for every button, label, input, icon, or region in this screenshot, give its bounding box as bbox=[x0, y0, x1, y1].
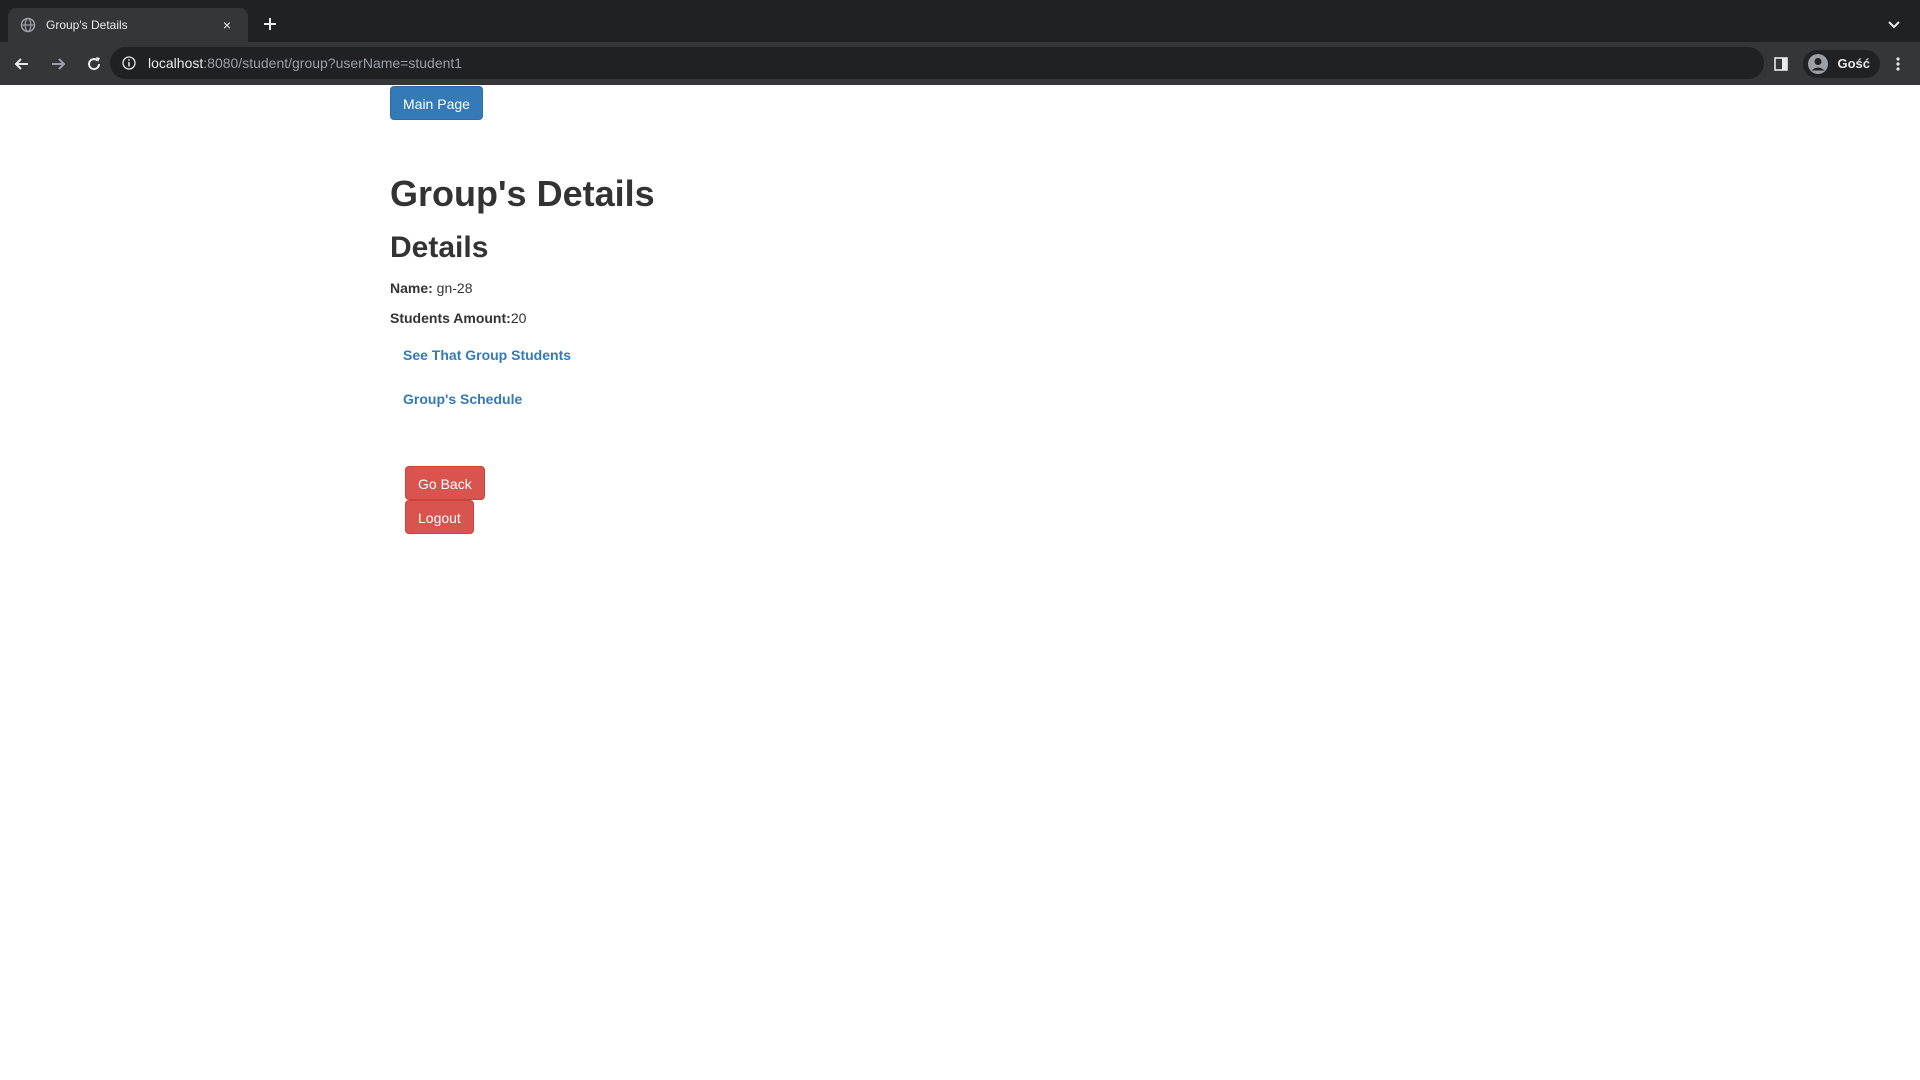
see-group-students-link[interactable]: See That Group Students bbox=[403, 347, 571, 363]
students-amount-value: 20 bbox=[510, 310, 527, 326]
details-heading: Details bbox=[390, 231, 489, 264]
students-amount-field: Students Amount:20 bbox=[390, 310, 526, 326]
kebab-menu-icon[interactable] bbox=[1884, 50, 1912, 78]
tab-title: Group's Details bbox=[46, 18, 128, 32]
tab-strip: Group's Details × bbox=[0, 0, 1920, 42]
page-title: Group's Details bbox=[390, 173, 655, 214]
group-name-value: gn-28 bbox=[432, 280, 473, 296]
go-back-button[interactable]: Go Back bbox=[405, 466, 485, 500]
user-avatar-icon bbox=[1808, 53, 1829, 74]
page-content: Main Page Group's Details Details Name: … bbox=[0, 85, 1920, 1080]
main-page-button[interactable]: Main Page bbox=[390, 86, 483, 120]
close-icon[interactable]: × bbox=[218, 16, 236, 34]
reload-icon[interactable] bbox=[80, 50, 108, 78]
url-text: localhost:8080/student/group?userName=st… bbox=[148, 55, 462, 71]
group-schedule-link[interactable]: Group's Schedule bbox=[403, 391, 522, 407]
group-name-field: Name: gn-28 bbox=[390, 280, 473, 296]
toolbar-actions: Gość bbox=[1767, 42, 1920, 85]
info-icon[interactable] bbox=[120, 54, 138, 72]
globe-icon bbox=[20, 17, 36, 33]
profile-name: Gość bbox=[1837, 56, 1870, 71]
profile-button[interactable]: Gość bbox=[1803, 49, 1880, 78]
url-host: localhost bbox=[148, 55, 204, 71]
arrow-left-icon[interactable] bbox=[8, 50, 36, 78]
students-amount-label: Students Amount: bbox=[390, 310, 511, 326]
side-panel-icon[interactable] bbox=[1767, 50, 1795, 78]
plus-icon[interactable] bbox=[258, 12, 282, 36]
arrow-right-icon[interactable] bbox=[44, 50, 72, 78]
browser-tab[interactable]: Group's Details × bbox=[8, 8, 248, 42]
browser-chrome: Group's Details × localhost:8080/student… bbox=[0, 0, 1920, 85]
chevron-down-icon[interactable] bbox=[1882, 12, 1906, 36]
browser-toolbar: localhost:8080/student/group?userName=st… bbox=[0, 42, 1920, 85]
url-path: :8080/student/group?userName=student1 bbox=[203, 55, 463, 71]
logout-button[interactable]: Logout bbox=[405, 500, 474, 534]
group-name-label: Name: bbox=[390, 280, 433, 296]
address-bar[interactable]: localhost:8080/student/group?userName=st… bbox=[110, 47, 1764, 79]
